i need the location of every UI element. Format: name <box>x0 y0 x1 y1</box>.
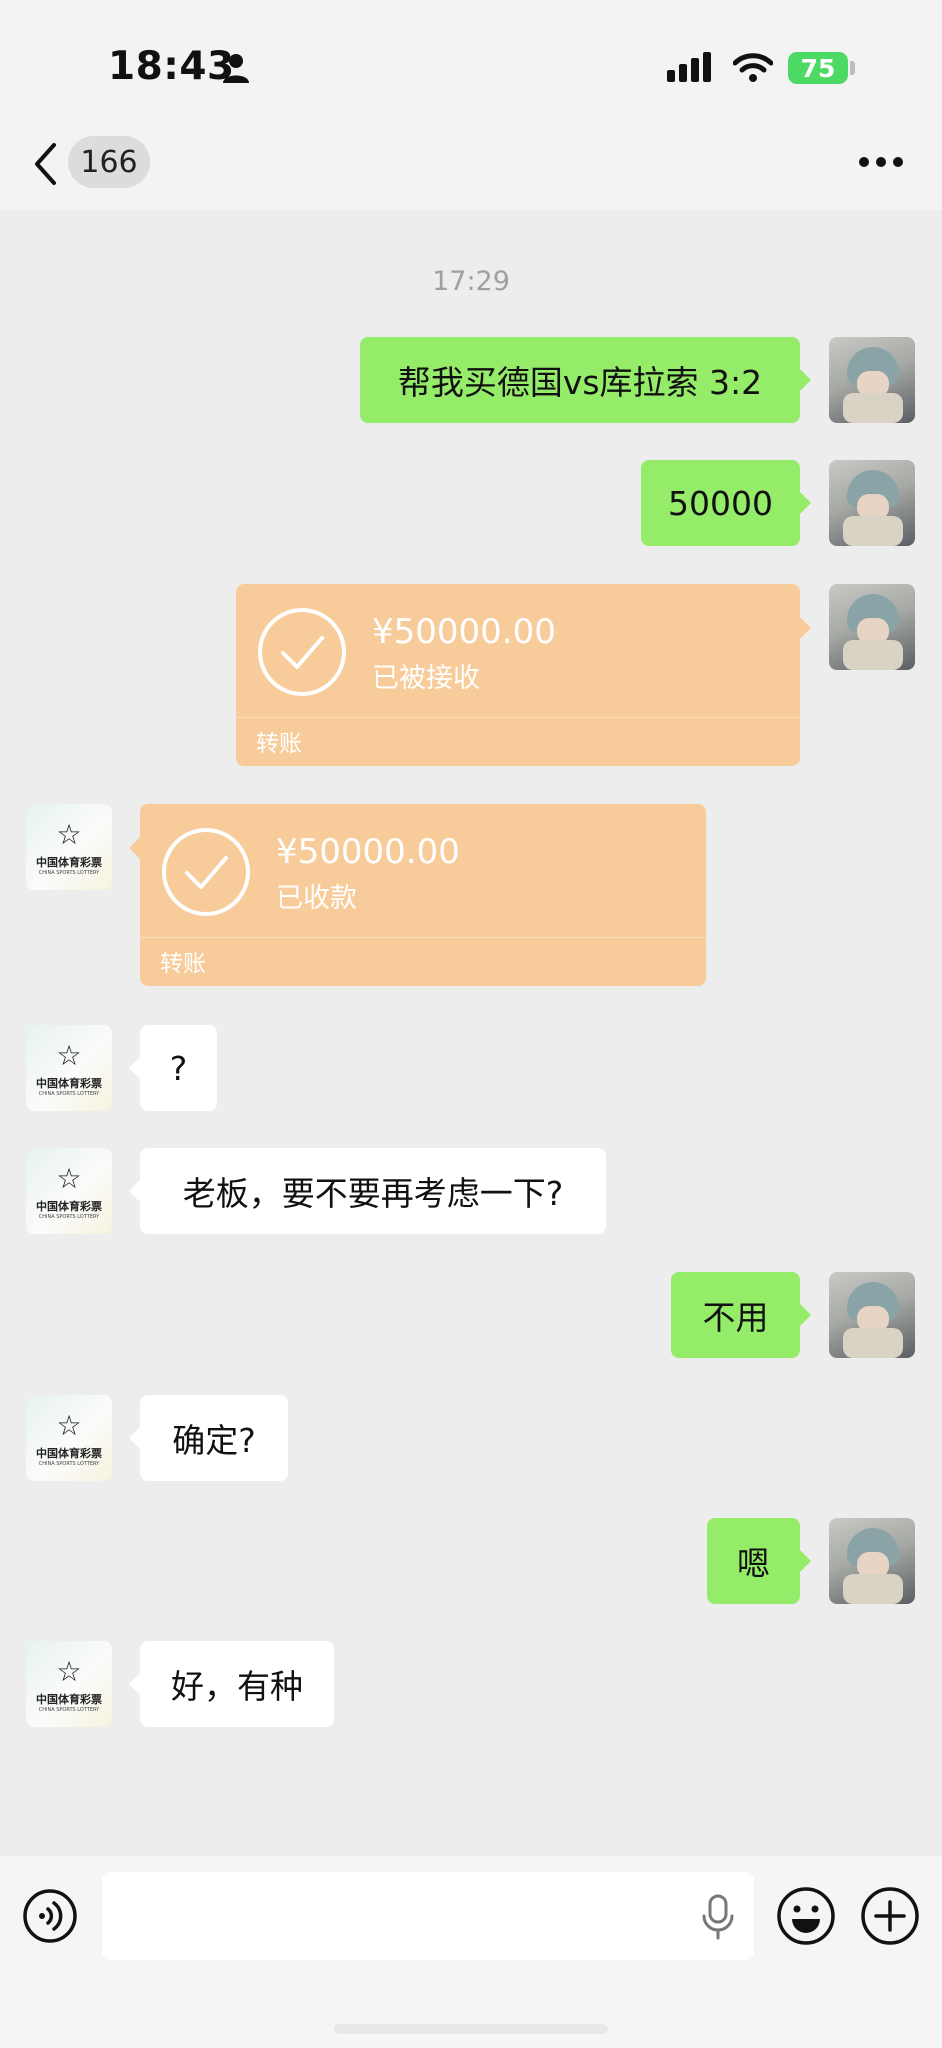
contact-avatar[interactable]: ☆ 中国体育彩票 CHINA SPORTS LOTTERY <box>26 1395 112 1481</box>
message-text: 好，有种 <box>171 1667 303 1706</box>
lottery-star-icon: ☆ <box>56 818 82 851</box>
more-icon[interactable] <box>858 156 904 168</box>
message-text: 老板，要不要再考虑一下? <box>182 1174 564 1213</box>
lottery-star-icon: ☆ <box>56 1162 82 1195</box>
transfer-card[interactable]: ¥50000.00 已被接收 转账 <box>236 584 811 766</box>
transfer-divider <box>236 717 800 718</box>
transfer-amount: ¥50000.00 <box>276 832 460 872</box>
transfer-divider <box>140 937 706 938</box>
transfer-card[interactable]: ¥50000.00 已收款 转账 <box>129 804 706 986</box>
message-bubble[interactable]: 好，有种 <box>129 1641 334 1727</box>
contact-avatar[interactable]: ☆ 中国体育彩票 CHINA SPORTS LOTTERY <box>26 804 112 890</box>
unread-count-badge[interactable]: 166 <box>68 136 150 188</box>
back-icon[interactable] <box>32 142 58 186</box>
wifi-icon <box>733 53 773 82</box>
emoji-icon[interactable] <box>776 1886 836 1946</box>
mic-icon[interactable] <box>700 1894 736 1940</box>
my-avatar[interactable] <box>829 1518 915 1604</box>
transfer-label: 转账 <box>160 951 206 977</box>
my-avatar[interactable] <box>829 460 915 546</box>
message-bubble[interactable]: ? <box>129 1025 217 1111</box>
unread-count: 166 <box>80 144 138 180</box>
my-avatar[interactable] <box>829 584 915 670</box>
signal-icon <box>667 52 711 82</box>
plus-icon[interactable] <box>860 1886 920 1946</box>
message-bubble[interactable]: 50000 <box>641 460 811 546</box>
message-text: 嗯 <box>737 1544 770 1583</box>
message-text: 确定? <box>172 1421 256 1460</box>
battery-tip <box>850 61 855 75</box>
message-text: 50000 <box>668 483 773 523</box>
message-input[interactable] <box>102 1872 754 1960</box>
lottery-star-icon: ☆ <box>56 1039 82 1072</box>
message-bubble[interactable]: 嗯 <box>707 1518 811 1604</box>
status-time: 18:43 <box>108 44 235 89</box>
my-avatar[interactable] <box>829 1272 915 1358</box>
message-text: 帮我买德国vs库拉索 3:2 <box>397 363 763 402</box>
message-bubble[interactable]: 帮我买德国vs库拉索 3:2 <box>360 337 811 423</box>
chat-timestamp: 17:29 <box>432 266 510 297</box>
message-text: 不用 <box>702 1298 769 1337</box>
my-avatar[interactable] <box>829 337 915 423</box>
transfer-status: 已被接收 <box>372 663 480 694</box>
contact-avatar[interactable]: ☆ 中国体育彩票 CHINA SPORTS LOTTERY <box>26 1148 112 1234</box>
person-icon <box>223 54 249 83</box>
transfer-status: 已收款 <box>276 883 357 914</box>
voice-icon[interactable] <box>22 1888 78 1944</box>
battery-indicator: 75 <box>788 52 848 84</box>
lottery-star-icon: ☆ <box>56 1655 82 1688</box>
contact-avatar[interactable]: ☆ 中国体育彩票 CHINA SPORTS LOTTERY <box>26 1025 112 1111</box>
transfer-label: 转账 <box>256 731 302 757</box>
message-bubble[interactable]: 确定? <box>129 1395 288 1481</box>
message-text: ? <box>169 1048 188 1088</box>
contact-avatar[interactable]: ☆ 中国体育彩票 CHINA SPORTS LOTTERY <box>26 1641 112 1727</box>
transfer-amount: ¥50000.00 <box>372 612 556 652</box>
message-bubble[interactable]: 不用 <box>671 1272 811 1358</box>
battery-level: 75 <box>800 53 836 83</box>
message-bubble[interactable]: 老板，要不要再考虑一下? <box>129 1148 606 1234</box>
check-circle-icon <box>162 828 250 916</box>
check-circle-icon <box>258 608 346 696</box>
lottery-star-icon: ☆ <box>56 1409 82 1442</box>
home-indicator[interactable] <box>334 2024 608 2034</box>
